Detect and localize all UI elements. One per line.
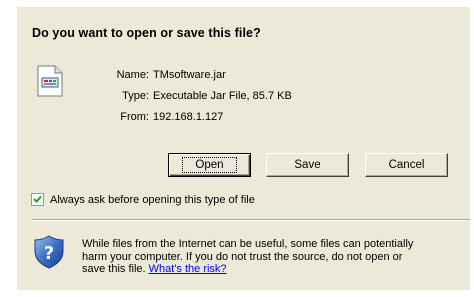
always-ask-row[interactable]: Always ask before opening this type of f… [31,193,255,206]
warning-line-1: While files from the Internet can be use… [82,238,414,250]
file-download-dialog: Do you want to open or save this file? N… [17,7,470,290]
always-ask-checkbox[interactable] [31,193,44,206]
cancel-button[interactable]: Cancel [365,153,448,177]
warning-line-3-text: save this file. [82,263,149,275]
file-name-value: TMsoftware.jar [153,69,226,81]
save-button[interactable]: Save [266,153,349,177]
file-from-value: 192.168.1.127 [153,111,224,123]
svg-text:?: ? [44,243,54,264]
file-type-value: Executable Jar File, 85.7 KB [153,90,292,102]
dialog-question: Do you want to open or save this file? [32,26,261,40]
open-button[interactable]: Open [168,153,251,177]
checkmark-icon [33,195,42,203]
open-button-label: Open [182,157,237,173]
security-warning-text: While files from the Internet can be use… [82,238,472,276]
file-name-label: Name: [116,69,149,81]
separator [32,219,470,221]
whats-the-risk-link[interactable]: What's the risk? [149,263,227,275]
jar-file-icon [37,65,63,97]
warning-line-3: save this file. What's the risk? [82,263,472,276]
warning-line-2: harm your computer. If you do not trust … [82,250,403,263]
file-type-label: Type: [122,90,149,102]
file-from-label: From: [120,111,149,123]
shield-question-icon: ? [34,235,64,269]
always-ask-label: Always ask before opening this type of f… [50,193,255,206]
